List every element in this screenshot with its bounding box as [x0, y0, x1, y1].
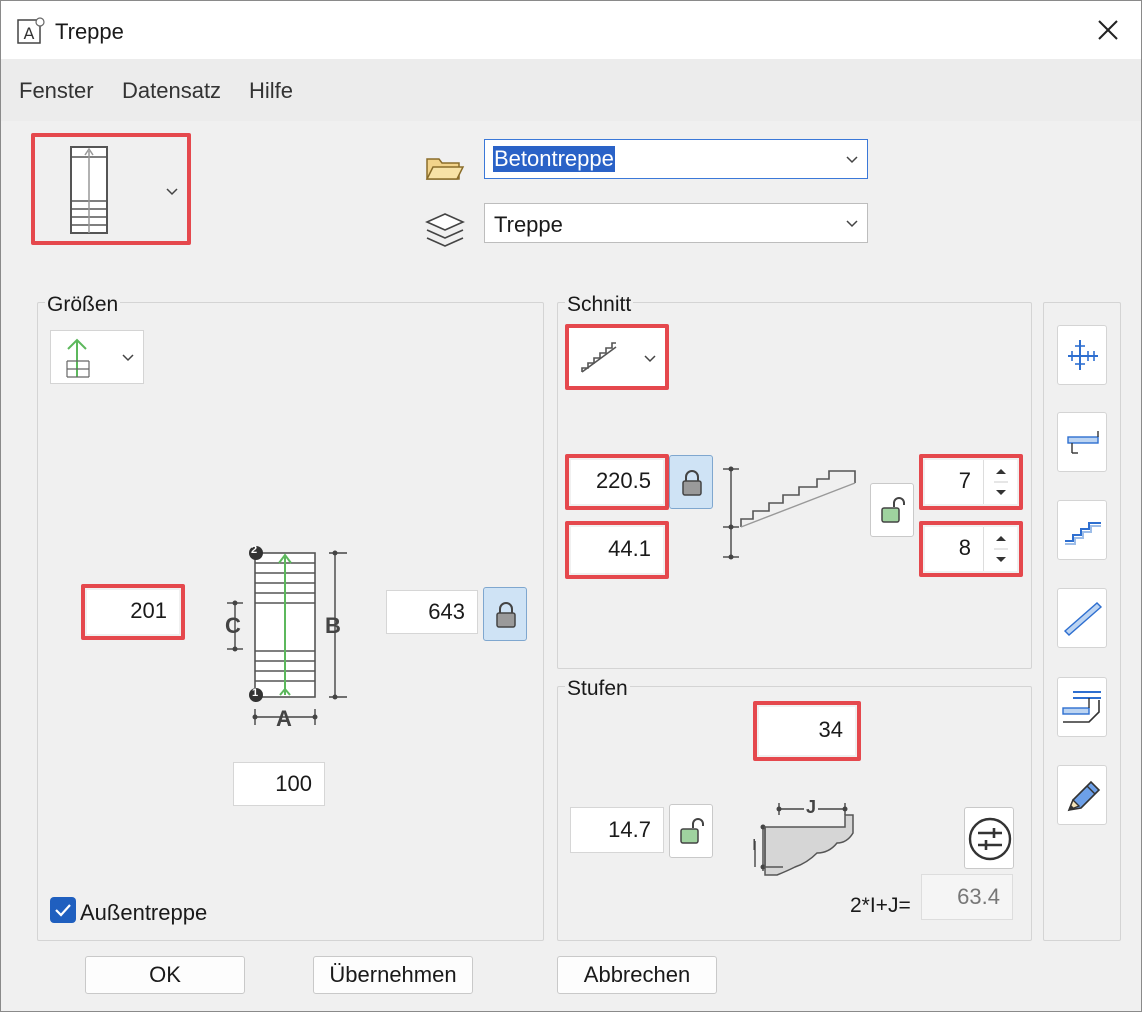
groessen-label: Größen	[45, 293, 121, 317]
folder-icon	[425, 158, 465, 180]
tool-landing-button[interactable]	[1057, 412, 1107, 472]
chevron-down-icon	[846, 156, 858, 164]
title-bar: A Treppe	[1, 1, 1141, 59]
apply-button[interactable]: Übernehmen	[313, 956, 473, 994]
step-label-j: J	[804, 797, 819, 818]
step-label-i: I	[752, 837, 757, 854]
lock-open-icon	[680, 818, 704, 844]
tool-steps-button[interactable]	[1057, 500, 1107, 560]
close-icon[interactable]	[1091, 13, 1125, 47]
section-type-selector[interactable]	[565, 324, 669, 390]
layer-combo[interactable]: Treppe	[484, 203, 868, 243]
material-combo-value: Betontreppe	[493, 146, 615, 172]
railing-icon	[1062, 691, 1101, 723]
stair-type-selector[interactable]	[31, 133, 191, 245]
length-field[interactable]: 201	[87, 590, 179, 634]
outdoor-checkbox[interactable]	[50, 897, 76, 923]
tool-railing-button[interactable]	[1057, 677, 1107, 737]
height-field[interactable]: 643	[386, 590, 478, 634]
menu-hilfe[interactable]: Hilfe	[249, 78, 293, 104]
outdoor-checkbox-label[interactable]: Außentreppe	[80, 900, 207, 926]
tool-ramp-button[interactable]	[1057, 588, 1107, 648]
chevron-down-icon	[122, 354, 134, 362]
formula-value-field: 63.4	[921, 874, 1013, 920]
plan-label-b: B	[325, 613, 341, 638]
spinner-arrows-icon	[994, 536, 1008, 562]
ramp-icon	[1063, 602, 1103, 636]
stair-plan-diagram	[227, 546, 347, 725]
axis-cross-icon	[1068, 340, 1098, 370]
width-field[interactable]: 100	[233, 762, 325, 806]
landing-icon	[1067, 431, 1099, 454]
chevron-down-icon	[166, 188, 178, 196]
chevron-down-icon	[846, 220, 858, 228]
lock-open-icon	[881, 497, 905, 523]
lock-closed-icon	[496, 602, 516, 628]
steps-icon	[1065, 522, 1101, 545]
tool-edit-button[interactable]	[1057, 765, 1107, 825]
section-offset-field[interactable]: 44.1	[571, 527, 663, 573]
plan-label-a: A	[276, 706, 292, 731]
pencil-icon	[1067, 780, 1101, 812]
straight-stair-icon	[70, 146, 108, 234]
stufen-label: Stufen	[565, 677, 630, 701]
upper-spinner-buttons[interactable]	[983, 460, 1017, 504]
step-rise-field[interactable]: 14.7	[570, 807, 664, 853]
ok-button[interactable]: OK	[85, 956, 245, 994]
lock-closed-icon	[682, 470, 702, 496]
app-icon: A	[17, 17, 45, 44]
window-title: Treppe	[55, 19, 124, 44]
material-combo[interactable]: Betontreppe	[484, 139, 868, 179]
layer-combo-value: Treppe	[494, 212, 563, 237]
menu-bar: Fenster Datensatz Hilfe	[1, 59, 1141, 121]
stair-section-diagram	[723, 466, 856, 560]
section-height-lock-button[interactable]	[669, 455, 713, 509]
step-settings-button[interactable]	[964, 807, 1014, 869]
layers-icon	[425, 213, 465, 247]
cancel-button[interactable]: Abbrechen	[557, 956, 717, 994]
schnitt-label: Schnitt	[565, 293, 634, 317]
checkmark-icon	[55, 904, 71, 917]
stair-direction-icon	[66, 338, 90, 378]
tool-axis-button[interactable]	[1057, 325, 1107, 385]
plan-marker-1: 1	[252, 687, 259, 699]
svg-text:A: A	[24, 24, 35, 43]
height-lock-button[interactable]	[483, 587, 527, 641]
step-rise-lock-button[interactable]	[669, 804, 713, 858]
section-offset-lock-button[interactable]	[870, 483, 914, 537]
section-height-field[interactable]: 220.5	[571, 460, 663, 504]
lower-steps-spinner[interactable]: 8	[925, 527, 983, 571]
step-count-field[interactable]: 34	[759, 707, 855, 755]
upper-steps-spinner[interactable]: 7	[925, 460, 983, 504]
lower-spinner-buttons[interactable]	[983, 527, 1017, 571]
direction-selector[interactable]	[50, 330, 144, 384]
plan-marker-2: 2	[251, 544, 258, 556]
chevron-down-icon	[644, 355, 656, 363]
menu-fenster[interactable]: Fenster	[19, 78, 94, 104]
plan-label-c: C	[225, 613, 241, 638]
spinner-arrows-icon	[994, 469, 1008, 495]
treppe-dialog: A Treppe Fenster Datensatz Hilfe Betontr…	[0, 0, 1142, 1012]
formula-label: 2*I+J=	[850, 894, 911, 917]
menu-datensatz[interactable]: Datensatz	[122, 78, 221, 104]
stair-section-icon	[581, 342, 617, 373]
adjust-settings-icon	[968, 817, 1012, 861]
